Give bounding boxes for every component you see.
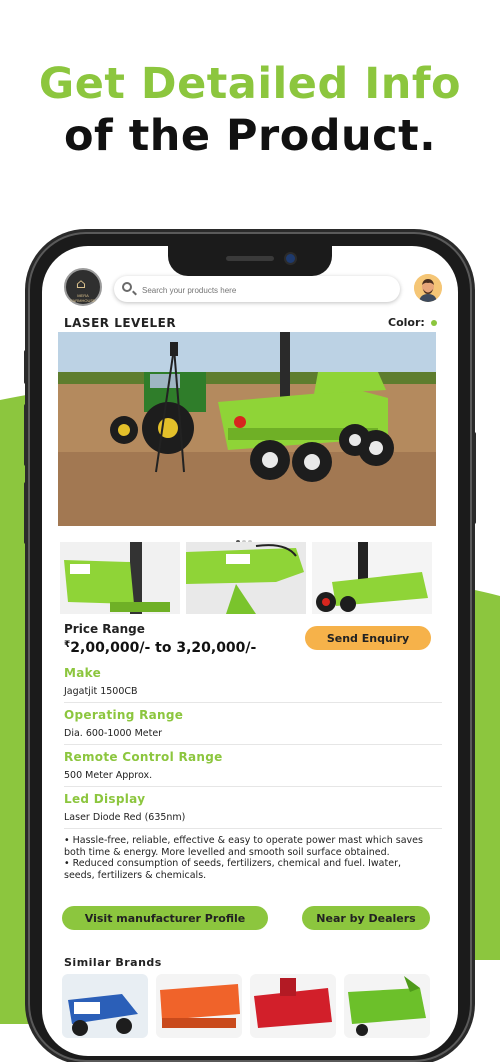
similar-brand-card[interactable] bbox=[250, 974, 336, 1038]
thumbnail-1[interactable] bbox=[60, 542, 180, 614]
volume-down-button bbox=[24, 482, 28, 544]
spec-value: Laser Diode Red (635nm) bbox=[64, 812, 186, 823]
near-by-dealers-button[interactable]: Near by Dealers bbox=[302, 906, 430, 930]
avatar[interactable] bbox=[414, 274, 442, 302]
similar-brands-heading: Similar Brands bbox=[64, 956, 162, 969]
promo-headline: Get Detailed Info of the Product. bbox=[0, 58, 500, 162]
product-hero-image[interactable] bbox=[58, 332, 436, 526]
notch bbox=[168, 246, 332, 276]
product-title: LASER LEVELER bbox=[64, 316, 177, 330]
logo-mark-icon: ⌂ bbox=[76, 277, 86, 292]
search-input[interactable] bbox=[140, 280, 394, 300]
color-swatch[interactable] bbox=[431, 320, 437, 326]
visit-manufacturer-profile-button[interactable]: Visit manufacturer Profile bbox=[62, 906, 268, 930]
spec-led-display: Led Display Laser Diode Red (635nm) bbox=[64, 792, 444, 829]
phone-frame: ⌂ MERA FARMHOUSE LASER LEVELER Color: bbox=[24, 232, 476, 1062]
volume-up-button bbox=[24, 404, 28, 466]
spec-value: Jagatjit 1500CB bbox=[64, 686, 138, 697]
feature-item: • Hassle-free, reliable, effective & eas… bbox=[64, 835, 423, 858]
speaker-icon bbox=[226, 256, 274, 261]
similar-brand-card[interactable] bbox=[62, 974, 148, 1038]
spec-label: Remote Control Range bbox=[64, 750, 223, 764]
camera-icon bbox=[286, 254, 295, 263]
mute-switch bbox=[24, 350, 28, 384]
divider bbox=[64, 828, 442, 829]
spec-value: 500 Meter Approx. bbox=[64, 770, 153, 781]
price-text: 2,00,000/- to 3,20,000/- bbox=[70, 640, 257, 656]
phone-screen: ⌂ MERA FARMHOUSE LASER LEVELER Color: bbox=[42, 246, 458, 1056]
headline-line-1: Get Detailed Info bbox=[38, 59, 462, 109]
divider bbox=[64, 702, 442, 703]
spec-label: Led Display bbox=[64, 792, 146, 806]
similar-brand-card[interactable] bbox=[156, 974, 242, 1038]
spec-remote-control-range: Remote Control Range 500 Meter Approx. bbox=[64, 750, 444, 787]
spec-operating-range: Operating Range Dia. 600-1000 Meter bbox=[64, 708, 444, 745]
price-range-value: ₹2,00,000/- to 3,20,000/- bbox=[64, 640, 256, 656]
spec-label: Make bbox=[64, 666, 102, 680]
search-bar[interactable] bbox=[114, 276, 400, 302]
thumbnail-strip bbox=[60, 542, 434, 614]
send-enquiry-button[interactable]: Send Enquiry bbox=[305, 626, 431, 650]
logo-text: MERA FARMHOUSE bbox=[70, 293, 96, 303]
color-label: Color: bbox=[388, 316, 425, 329]
spec-label: Operating Range bbox=[64, 708, 184, 722]
price-range-label: Price Range bbox=[64, 622, 145, 636]
headline-line-2: of the Product. bbox=[63, 111, 437, 161]
user-avatar-icon bbox=[414, 274, 442, 302]
thumbnail-3[interactable] bbox=[312, 542, 432, 614]
similar-brand-card[interactable] bbox=[344, 974, 430, 1038]
power-button bbox=[472, 432, 476, 524]
search-icon bbox=[122, 282, 132, 292]
thumbnail-2[interactable] bbox=[186, 542, 306, 614]
spec-make: Make Jagatjit 1500CB bbox=[64, 666, 444, 703]
brand-logo[interactable]: ⌂ MERA FARMHOUSE bbox=[64, 268, 102, 306]
feature-list: • Hassle-free, reliable, effective & eas… bbox=[64, 835, 424, 881]
divider bbox=[64, 786, 442, 787]
divider bbox=[64, 744, 442, 745]
feature-item: • Reduced consumption of seeds, fertiliz… bbox=[64, 858, 401, 881]
spec-value: Dia. 600-1000 Meter bbox=[64, 728, 163, 739]
